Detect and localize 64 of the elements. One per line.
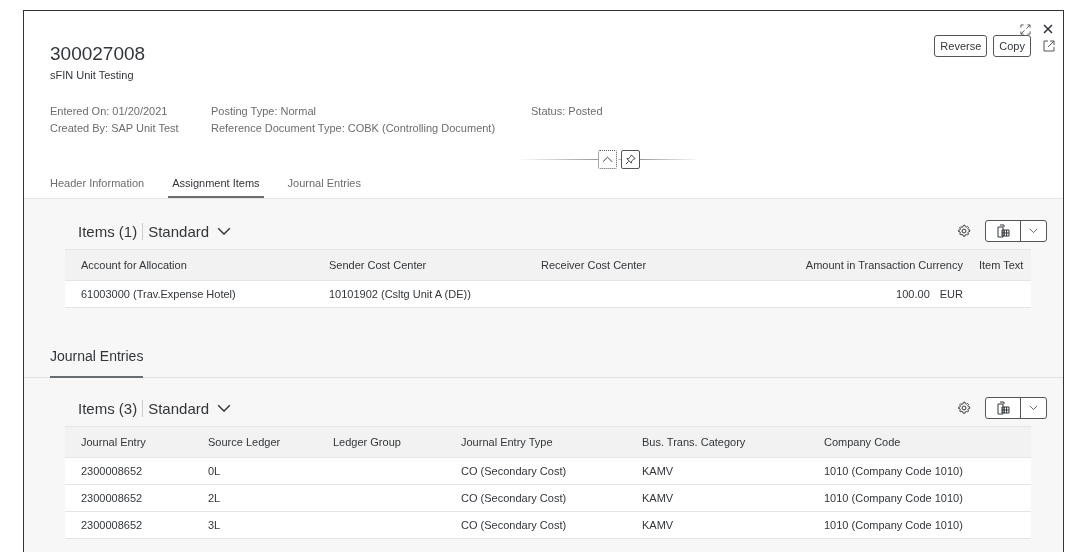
- column-header: Company Code: [823, 435, 902, 450]
- tab[interactable]: Journal Entries: [283, 171, 365, 198]
- table-cell: KAMV: [642, 519, 674, 531]
- fullscreen-icon[interactable]: [1020, 23, 1031, 35]
- spreadsheet-icon: [996, 401, 1010, 415]
- document-subtitle: sFIN Unit Testing: [50, 69, 135, 81]
- table-cell: 1010 (Company Code 1010): [824, 465, 963, 477]
- close-icon[interactable]: [1043, 24, 1053, 34]
- table-cell: KAMV: [642, 465, 674, 477]
- table-cell: 10101902 (Csltg Unit A (DE)): [329, 288, 471, 300]
- export-split-button[interactable]: [985, 397, 1047, 419]
- column-header: Journal Entry Type: [460, 435, 554, 450]
- share-icon[interactable]: [1043, 40, 1055, 52]
- currency-code: EUR: [939, 288, 963, 300]
- tab[interactable]: Header Information: [46, 171, 149, 198]
- table-cell: 1010 (Company Code 1010): [824, 519, 963, 531]
- table-cell: CO (Secondary Cost): [461, 465, 567, 477]
- table-cell: 2L: [208, 492, 221, 504]
- table-cell: 3L: [208, 519, 221, 531]
- action-button[interactable]: Copy: [993, 35, 1031, 57]
- table-cell: 2300008652: [81, 465, 143, 477]
- spreadsheet-icon: [996, 224, 1010, 238]
- settings-icon[interactable]: [957, 224, 971, 238]
- table-title: Items (1): [78, 222, 144, 240]
- table-cell: 2300008652: [81, 519, 143, 531]
- caret-icon: [1029, 405, 1038, 411]
- table-cell: 0L: [208, 465, 221, 477]
- header-attribute: Status: Posted: [531, 105, 604, 117]
- table-cell: 61003000 (Trav.Expense Hotel): [81, 288, 236, 300]
- variant-selector[interactable]: Standard: [143, 222, 232, 240]
- table-cell: CO (Secondary Cost): [461, 492, 567, 504]
- section-title: Journal Entries: [50, 340, 144, 378]
- table-cell: 2300008652: [81, 492, 143, 504]
- pin-header-button[interactable]: [620, 150, 640, 169]
- column-header: Journal Entry: [80, 435, 147, 450]
- header-attribute: Created By: SAP Unit Test: [50, 122, 180, 134]
- column-header: Amount in Transaction Currency: [804, 258, 963, 273]
- amount-value: 100.00: [896, 288, 930, 300]
- caret-icon: [1029, 228, 1038, 234]
- caret-icon: [217, 226, 232, 236]
- table-cell: 1010 (Company Code 1010): [824, 492, 963, 504]
- export-split-button[interactable]: [985, 220, 1047, 242]
- header-attribute: Reference Document Type: COBK (Controlling Document): [211, 122, 497, 134]
- pin-icon: [624, 154, 636, 165]
- action-button[interactable]: Reverse: [934, 35, 988, 57]
- column-header: Item Text: [978, 258, 1025, 273]
- column-header: Ledger Group: [332, 435, 402, 450]
- variant-selector[interactable]: Standard: [143, 399, 232, 417]
- column-header: Receiver Cost Center: [540, 258, 648, 273]
- header-attribute: Entered On: 01/20/2021: [50, 105, 169, 117]
- tab[interactable]: Assignment Items: [168, 171, 264, 198]
- column-header: Bus. Trans. Category: [641, 435, 747, 450]
- caret-icon: [217, 403, 232, 413]
- chevron-up-icon: [601, 156, 613, 163]
- table-cell: CO (Secondary Cost): [461, 519, 567, 531]
- column-header: Account for Allocation: [80, 258, 188, 273]
- settings-icon[interactable]: [957, 401, 971, 415]
- collapse-header-button[interactable]: [597, 150, 617, 169]
- column-header: Source Ledger: [207, 435, 282, 450]
- table-cell: KAMV: [642, 492, 674, 504]
- column-header: Sender Cost Center: [328, 258, 428, 273]
- header-attribute: Posting Type: Normal: [211, 105, 317, 117]
- document-title: 300027008: [50, 43, 146, 65]
- table-title: Items (3): [78, 399, 144, 417]
